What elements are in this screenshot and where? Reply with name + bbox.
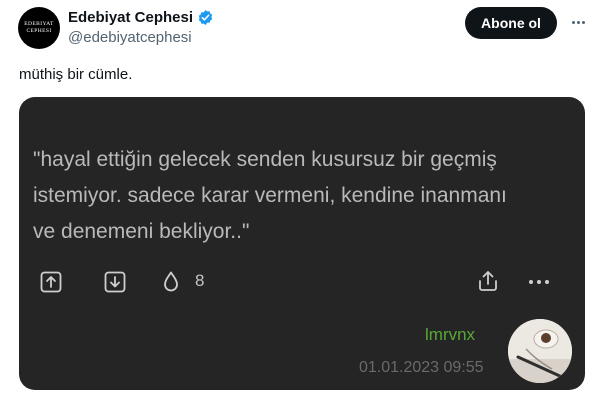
quote-text: "hayal ettiğin gelecek senden kusursuz b…	[33, 142, 573, 250]
verified-badge-icon	[198, 10, 213, 25]
timestamp: 01.01.2023 09:55	[359, 359, 484, 376]
quote-line: "hayal ettiğin gelecek senden kusursuz b…	[33, 148, 497, 171]
quote-line: istemiyor. sadece karar vermeni, kendine…	[33, 184, 507, 207]
avatar-logo-line2: CEPHESI	[26, 28, 52, 34]
more-horizontal-icon	[529, 280, 551, 286]
follow-button[interactable]: Abone ol	[465, 7, 557, 39]
avatar-logo-line1: EDEBIYAT	[24, 21, 54, 27]
more-options-icon[interactable]	[566, 12, 590, 32]
like-count: 8	[195, 271, 205, 290]
tweet-text: müthiş bir cümle.	[19, 66, 133, 83]
account-avatar[interactable]: EDEBIYAT CEPHESI	[18, 7, 60, 49]
display-name[interactable]: Edebiyat Cephesi	[68, 9, 193, 26]
upload-icon	[479, 271, 497, 291]
share-box-icon	[40, 271, 62, 293]
author-name: lmrvnx	[425, 325, 476, 344]
account-handle[interactable]: @edebiyatcephesi	[68, 29, 192, 46]
save-box-icon	[104, 271, 126, 293]
drop-icon	[164, 271, 178, 292]
tweet-media-image[interactable]: "hayal ettiğin gelecek senden kusursuz b…	[19, 97, 585, 390]
quote-line: ve denemeni bekliyor.."	[33, 220, 250, 243]
account-name-row: Edebiyat Cephesi	[68, 9, 214, 26]
author-profile-photo	[508, 319, 572, 383]
